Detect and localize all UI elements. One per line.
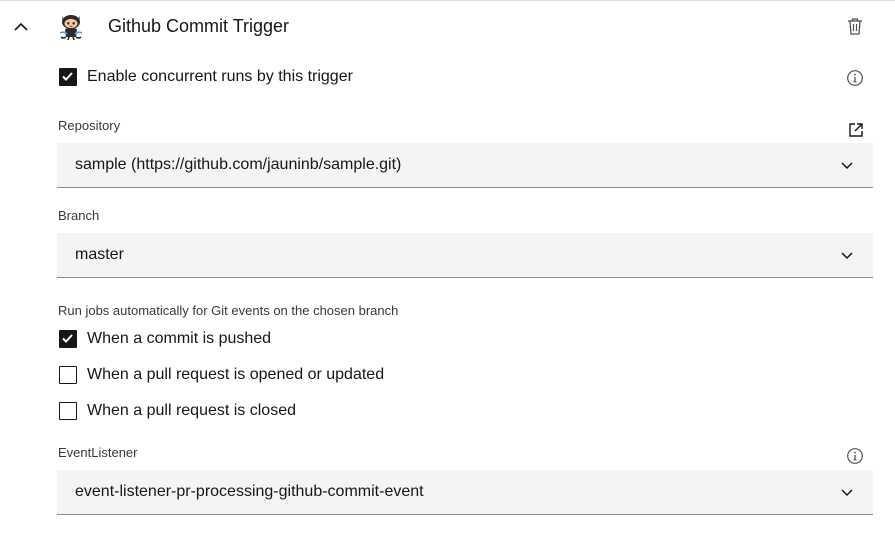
concurrent-info-button[interactable] <box>846 69 864 87</box>
repository-label: Repository <box>58 118 121 133</box>
checkmark-icon <box>62 334 73 343</box>
concurrent-runs-checkbox[interactable] <box>59 68 77 86</box>
event-listener-value: event-listener-pr-processing-github-comm… <box>75 483 424 500</box>
external-link-icon <box>849 123 863 137</box>
trash-icon <box>848 18 862 35</box>
repository-select[interactable]: sample (https://github.com/jauninb/sampl… <box>57 143 873 188</box>
event-listener-label: EventListener <box>58 445 138 460</box>
info-icon <box>847 448 863 464</box>
chevron-down-icon <box>841 489 853 497</box>
event-listener-info-button[interactable] <box>846 447 864 465</box>
github-octocat-icon <box>56 11 86 41</box>
delete-trigger-button[interactable] <box>845 16 865 36</box>
checkmark-icon <box>62 72 73 81</box>
commit-pushed-checkbox[interactable] <box>59 330 77 348</box>
collapse-button[interactable] <box>12 18 30 36</box>
trigger-title: Github Commit Trigger <box>108 16 290 36</box>
open-repository-button[interactable] <box>847 121 865 139</box>
branch-label: Branch <box>58 208 100 223</box>
pr-opened-checkbox[interactable] <box>59 366 77 384</box>
commit-pushed-label: When a commit is pushed <box>87 330 272 347</box>
chevron-up-icon <box>14 22 28 31</box>
pr-closed-label: When a pull request is closed <box>87 402 296 419</box>
repository-value: sample (https://github.com/jauninb/sampl… <box>75 156 402 173</box>
branch-select[interactable]: master <box>57 233 873 278</box>
pr-closed-checkbox[interactable] <box>59 402 77 420</box>
git-events-heading: Run jobs automatically for Git events on… <box>58 303 399 318</box>
concurrent-runs-label: Enable concurrent runs by this trigger <box>87 68 353 85</box>
branch-value: master <box>75 246 124 263</box>
info-icon <box>847 70 863 86</box>
top-divider <box>0 0 895 1</box>
pr-opened-label: When a pull request is opened or updated <box>87 366 385 383</box>
chevron-down-icon <box>841 252 853 260</box>
event-listener-select[interactable]: event-listener-pr-processing-github-comm… <box>57 470 873 515</box>
chevron-down-icon <box>841 162 853 170</box>
